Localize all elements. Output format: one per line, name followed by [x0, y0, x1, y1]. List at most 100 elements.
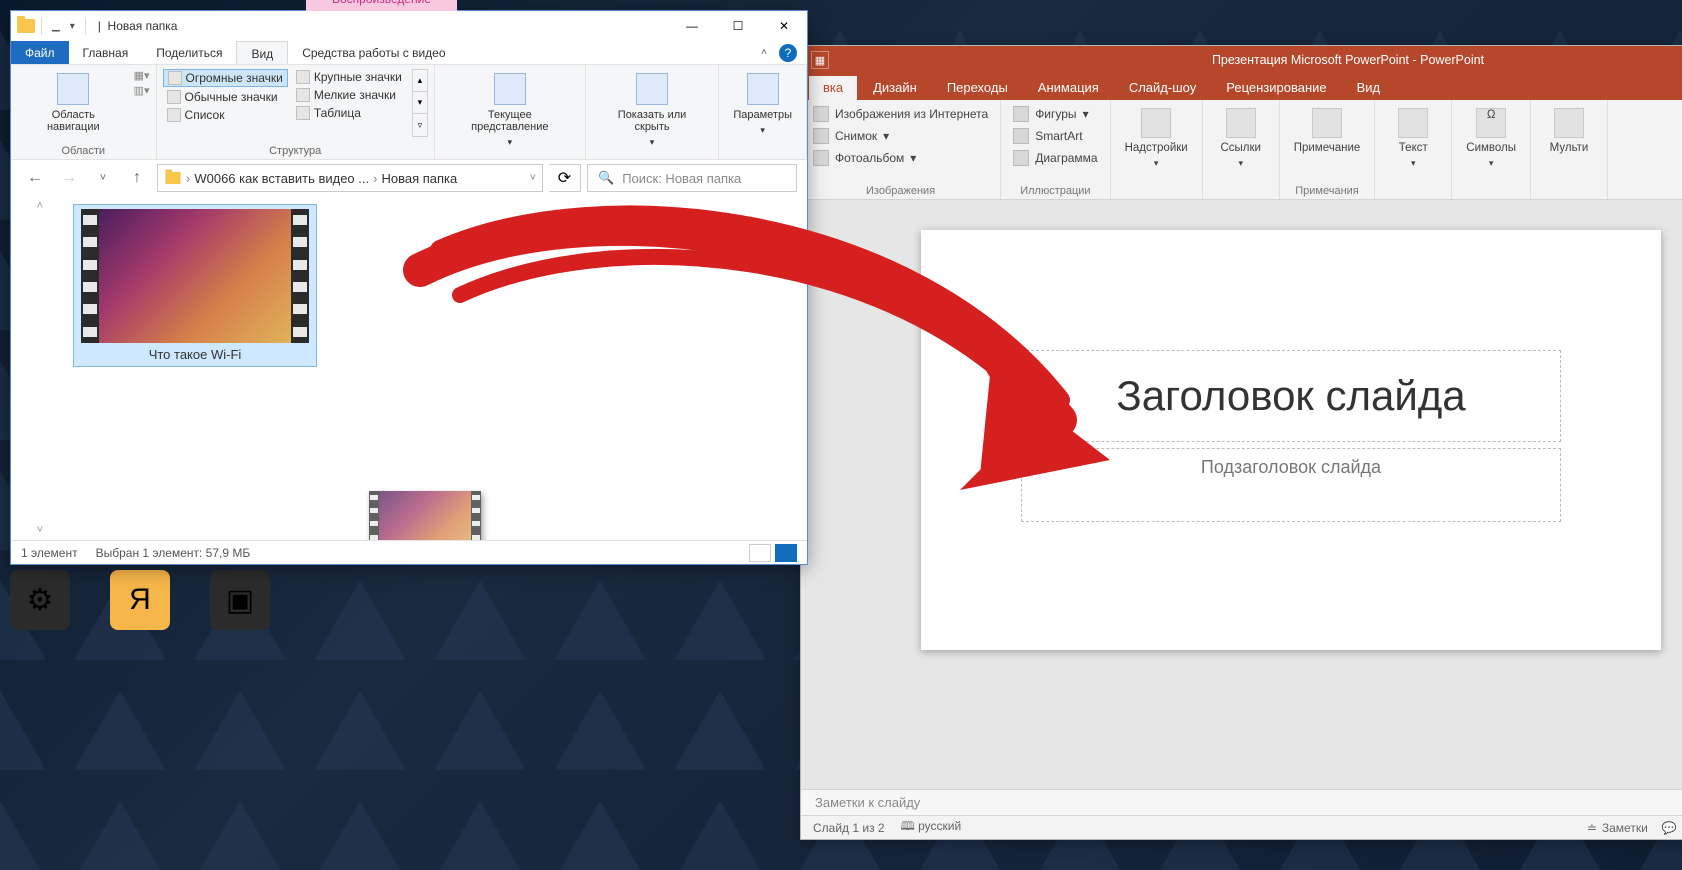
- comment-button[interactable]: Примечание: [1288, 104, 1367, 158]
- tab-view[interactable]: Вид: [1343, 76, 1395, 100]
- explorer-ribbon: Область навигации ▦▾ ▥▾ Области Огромные…: [11, 65, 807, 160]
- tab-insert[interactable]: вка: [809, 76, 857, 100]
- addins-button[interactable]: Надстройки▾: [1119, 104, 1194, 173]
- collapse-ribbon-icon[interactable]: ˄: [757, 47, 771, 58]
- store-icon: [1141, 108, 1171, 138]
- comment-icon: [1312, 108, 1342, 138]
- tab-review[interactable]: Рецензирование: [1212, 76, 1340, 100]
- view-small[interactable]: Мелкие значки: [292, 87, 406, 103]
- view-details[interactable]: Таблица: [292, 105, 406, 121]
- thumb-xl-icon: [168, 71, 182, 85]
- media-button[interactable]: Мульти: [1539, 104, 1599, 158]
- back-button[interactable]: ←: [21, 164, 49, 192]
- tab-slideshow[interactable]: Слайд-шоу: [1115, 76, 1210, 100]
- shapes-icon: [1013, 106, 1029, 122]
- tab-animations[interactable]: Анимация: [1024, 76, 1113, 100]
- close-button[interactable]: ✕: [761, 11, 807, 41]
- links-button[interactable]: Ссылки▾: [1211, 104, 1271, 173]
- show-hide-button[interactable]: Показать или скрыть▾: [592, 69, 713, 152]
- up-button[interactable]: ↑: [123, 164, 151, 192]
- scroll-down-icon[interactable]: ˅: [37, 524, 43, 536]
- shapes-button[interactable]: Фигуры ▾: [1009, 104, 1092, 124]
- desktop-icon[interactable]: Я: [110, 570, 170, 630]
- columns-icon: [494, 73, 526, 105]
- comments-toggle[interactable]: 💬 Примечания: [1662, 821, 1682, 835]
- subtitle-placeholder[interactable]: Подзаголовок слайда: [1021, 448, 1561, 522]
- list-icon: [167, 108, 181, 122]
- textbox-icon: [1398, 108, 1428, 138]
- view-medium[interactable]: Обычные значки: [163, 89, 288, 105]
- powerpoint-window: ▦ Презентация Microsoft PowerPoint - Pow…: [800, 45, 1682, 840]
- view-list[interactable]: Список: [163, 107, 288, 123]
- recent-button[interactable]: ˅: [89, 164, 117, 192]
- checkbox-icon: [636, 73, 668, 105]
- maximize-button[interactable]: ☐: [715, 11, 761, 41]
- album-icon: [813, 150, 829, 166]
- gallery-more-icon[interactable]: ▿: [413, 114, 427, 136]
- table-icon: [296, 106, 310, 120]
- language-indicator[interactable]: 🕮 русский: [901, 817, 962, 838]
- details-view-button[interactable]: [749, 544, 771, 562]
- tab-design[interactable]: Дизайн: [859, 76, 931, 100]
- gallery-down-icon[interactable]: ▾: [413, 92, 427, 114]
- tab-video-tools[interactable]: Средства работы с видео: [288, 41, 459, 64]
- selection-info: Выбран 1 элемент: 57,9 МБ: [96, 546, 251, 560]
- context-tab[interactable]: Воспроизведение: [306, 0, 457, 11]
- smartart-button[interactable]: SmartArt: [1009, 126, 1086, 146]
- ppt-qat-icon[interactable]: ▦: [811, 51, 829, 69]
- current-view-button[interactable]: Текущее представление▾: [441, 69, 579, 152]
- search-input[interactable]: 🔍 Поиск: Новая папка: [587, 164, 797, 192]
- item-count: 1 элемент: [21, 546, 78, 560]
- group-label: Иллюстрации: [1009, 185, 1101, 197]
- minimize-button[interactable]: —: [669, 11, 715, 41]
- tab-file[interactable]: Файл: [11, 41, 69, 64]
- omega-icon: Ω: [1476, 108, 1506, 138]
- desktop-icon[interactable]: ⚙: [10, 570, 70, 630]
- options-button[interactable]: Параметры▾: [725, 69, 800, 140]
- symbols-button[interactable]: ΩСимволы▾: [1460, 104, 1522, 173]
- breadcrumb-item[interactable]: Новая папка: [381, 171, 457, 186]
- photo-album-button[interactable]: Фотоальбом ▾: [809, 148, 920, 168]
- search-icon: 🔍: [598, 170, 614, 186]
- tab-transitions[interactable]: Переходы: [933, 76, 1022, 100]
- video-thumbnail: [81, 209, 309, 343]
- explorer-titlebar[interactable]: ▁ ▾ | Новая папка — ☐ ✕: [11, 11, 807, 41]
- qat-menu-icon[interactable]: ▾: [66, 21, 79, 32]
- file-list[interactable]: Что такое Wi-Fi: [69, 196, 807, 540]
- group-label: Области: [61, 143, 105, 157]
- online-images-button[interactable]: Изображения из Интернета: [809, 104, 992, 124]
- slide-canvas[interactable]: Заголовок слайда Подзаголовок слайда: [921, 230, 1661, 650]
- notes-pane[interactable]: Заметки к слайду: [801, 789, 1682, 815]
- folder-icon: [17, 19, 35, 33]
- text-button[interactable]: Текст▾: [1383, 104, 1443, 173]
- thumb-m-icon: [167, 90, 181, 104]
- chevron-down-icon[interactable]: ˅: [530, 172, 536, 184]
- breadcrumb-item[interactable]: W0066 как вставить видео ...: [194, 171, 369, 186]
- nav-scroll: ˄ ˅: [11, 196, 69, 540]
- nav-pane-button[interactable]: Область навигации: [17, 69, 130, 137]
- screenshot-button[interactable]: Снимок ▾: [809, 126, 893, 146]
- tab-share[interactable]: Поделиться: [142, 41, 236, 64]
- scroll-up-icon[interactable]: ˄: [37, 200, 43, 212]
- breadcrumb[interactable]: › W0066 как вставить видео ... › Новая п…: [157, 164, 543, 192]
- video-file-item[interactable]: Что такое Wi-Fi: [73, 204, 317, 367]
- refresh-button[interactable]: ⟳: [549, 164, 581, 192]
- ppt-titlebar[interactable]: ▦ Презентация Microsoft PowerPoint - Pow…: [801, 46, 1682, 74]
- help-icon[interactable]: ?: [779, 44, 797, 62]
- ppt-workspace[interactable]: Заголовок слайда Подзаголовок слайда: [801, 200, 1682, 789]
- qat-menu-icon[interactable]: ▁: [48, 21, 64, 32]
- view-large[interactable]: Крупные значки: [292, 69, 406, 85]
- tab-home[interactable]: Главная: [69, 41, 143, 64]
- tab-view[interactable]: Вид: [236, 41, 288, 64]
- gallery-up-icon[interactable]: ▴: [413, 70, 427, 92]
- ribbon-tabs: Файл Главная Поделиться Вид Средства раб…: [11, 41, 807, 65]
- group-label: Структура: [269, 143, 321, 157]
- chart-button[interactable]: Диаграмма: [1009, 148, 1101, 168]
- group-label: Изображения: [809, 185, 992, 197]
- thumbnails-view-button[interactable]: [775, 544, 797, 562]
- forward-button[interactable]: →: [55, 164, 83, 192]
- notes-toggle[interactable]: ≐ Заметки: [1587, 821, 1648, 835]
- view-extra-large[interactable]: Огромные значки: [163, 69, 288, 87]
- title-placeholder[interactable]: Заголовок слайда: [1021, 350, 1561, 442]
- desktop-icon[interactable]: ▣: [210, 570, 270, 630]
